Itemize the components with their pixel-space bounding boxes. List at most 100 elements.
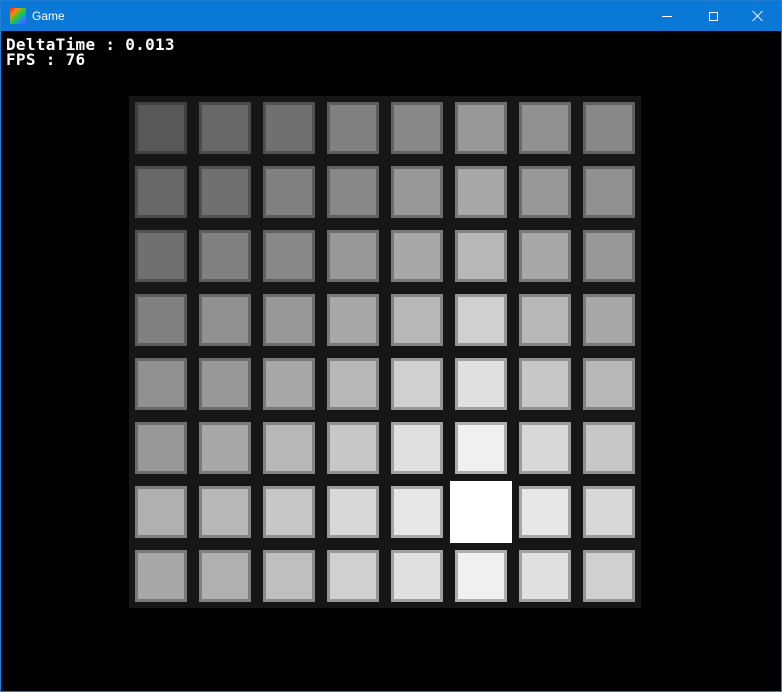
tile-face (263, 230, 315, 282)
tile-face (263, 102, 315, 154)
tile-face (199, 550, 251, 602)
tile-face (455, 166, 507, 218)
tile[interactable] (129, 96, 193, 160)
tile[interactable] (193, 544, 257, 608)
title-bar[interactable]: Game (1, 1, 781, 31)
tile-face (450, 481, 512, 543)
tile[interactable] (385, 480, 449, 544)
tile-face (391, 358, 443, 410)
tile[interactable] (257, 160, 321, 224)
tile-face (583, 294, 635, 346)
tile[interactable] (513, 416, 577, 480)
tile-face (263, 166, 315, 218)
tile[interactable] (193, 416, 257, 480)
tile[interactable] (385, 224, 449, 288)
tile[interactable] (449, 416, 513, 480)
tile[interactable] (513, 352, 577, 416)
tile-face (199, 486, 251, 538)
tile[interactable] (257, 544, 321, 608)
tile-face (199, 422, 251, 474)
minimize-button[interactable] (644, 1, 690, 31)
tile-face (583, 230, 635, 282)
tile[interactable] (449, 224, 513, 288)
tile[interactable] (513, 160, 577, 224)
tile[interactable] (513, 224, 577, 288)
tile[interactable] (193, 160, 257, 224)
tile[interactable] (577, 480, 641, 544)
tile[interactable] (449, 352, 513, 416)
tile[interactable] (257, 96, 321, 160)
tile-face (327, 422, 379, 474)
tile[interactable] (129, 352, 193, 416)
tile[interactable] (129, 160, 193, 224)
tile[interactable] (449, 160, 513, 224)
tile-face (391, 166, 443, 218)
tile[interactable] (129, 480, 193, 544)
tile[interactable] (577, 224, 641, 288)
tile[interactable] (193, 288, 257, 352)
tile[interactable] (577, 96, 641, 160)
tile[interactable] (257, 352, 321, 416)
tile[interactable] (321, 288, 385, 352)
tile[interactable] (129, 416, 193, 480)
tile[interactable] (577, 288, 641, 352)
tile[interactable] (577, 544, 641, 608)
tile[interactable] (385, 96, 449, 160)
tile-face (327, 486, 379, 538)
maximize-button[interactable] (690, 1, 736, 31)
tile[interactable] (321, 480, 385, 544)
tile[interactable] (385, 416, 449, 480)
tile-face (455, 230, 507, 282)
tile-face (263, 422, 315, 474)
tile[interactable] (513, 288, 577, 352)
tile[interactable] (257, 288, 321, 352)
tile[interactable] (577, 160, 641, 224)
tile[interactable] (257, 480, 321, 544)
tile[interactable] (193, 352, 257, 416)
tile[interactable] (577, 352, 641, 416)
tile[interactable] (321, 96, 385, 160)
tile-face (583, 486, 635, 538)
tile-face (391, 550, 443, 602)
tile-face (519, 230, 571, 282)
tile[interactable] (129, 544, 193, 608)
tile[interactable] (449, 96, 513, 160)
tile[interactable] (129, 224, 193, 288)
tile[interactable] (513, 96, 577, 160)
close-button[interactable] (735, 1, 781, 31)
tile[interactable] (385, 352, 449, 416)
tile-face (327, 358, 379, 410)
tile[interactable] (385, 160, 449, 224)
tile[interactable] (129, 288, 193, 352)
tile[interactable] (577, 416, 641, 480)
tile[interactable] (193, 480, 257, 544)
tile-face (135, 230, 187, 282)
tile[interactable] (321, 544, 385, 608)
tile-face (135, 358, 187, 410)
tile[interactable] (321, 416, 385, 480)
tile[interactable] (449, 544, 513, 608)
tile[interactable] (257, 416, 321, 480)
minimize-icon (662, 15, 672, 17)
selected-tile[interactable] (449, 480, 513, 544)
tile-face (199, 102, 251, 154)
tile[interactable] (257, 224, 321, 288)
tile[interactable] (385, 544, 449, 608)
game-window: Game DeltaTime : 0.013 FPS : 76 (0, 0, 782, 692)
game-viewport[interactable]: DeltaTime : 0.013 FPS : 76 (1, 31, 781, 691)
tile-face (455, 358, 507, 410)
fps-label: FPS : (6, 50, 66, 69)
tile[interactable] (449, 288, 513, 352)
window-title: Game (32, 9, 65, 23)
tile[interactable] (193, 224, 257, 288)
tile-face (199, 166, 251, 218)
tile-face (263, 358, 315, 410)
tile[interactable] (193, 96, 257, 160)
tile-face (455, 550, 507, 602)
tile[interactable] (321, 352, 385, 416)
tile[interactable] (513, 480, 577, 544)
tile[interactable] (513, 544, 577, 608)
tile[interactable] (321, 160, 385, 224)
tile[interactable] (385, 288, 449, 352)
tile[interactable] (321, 224, 385, 288)
